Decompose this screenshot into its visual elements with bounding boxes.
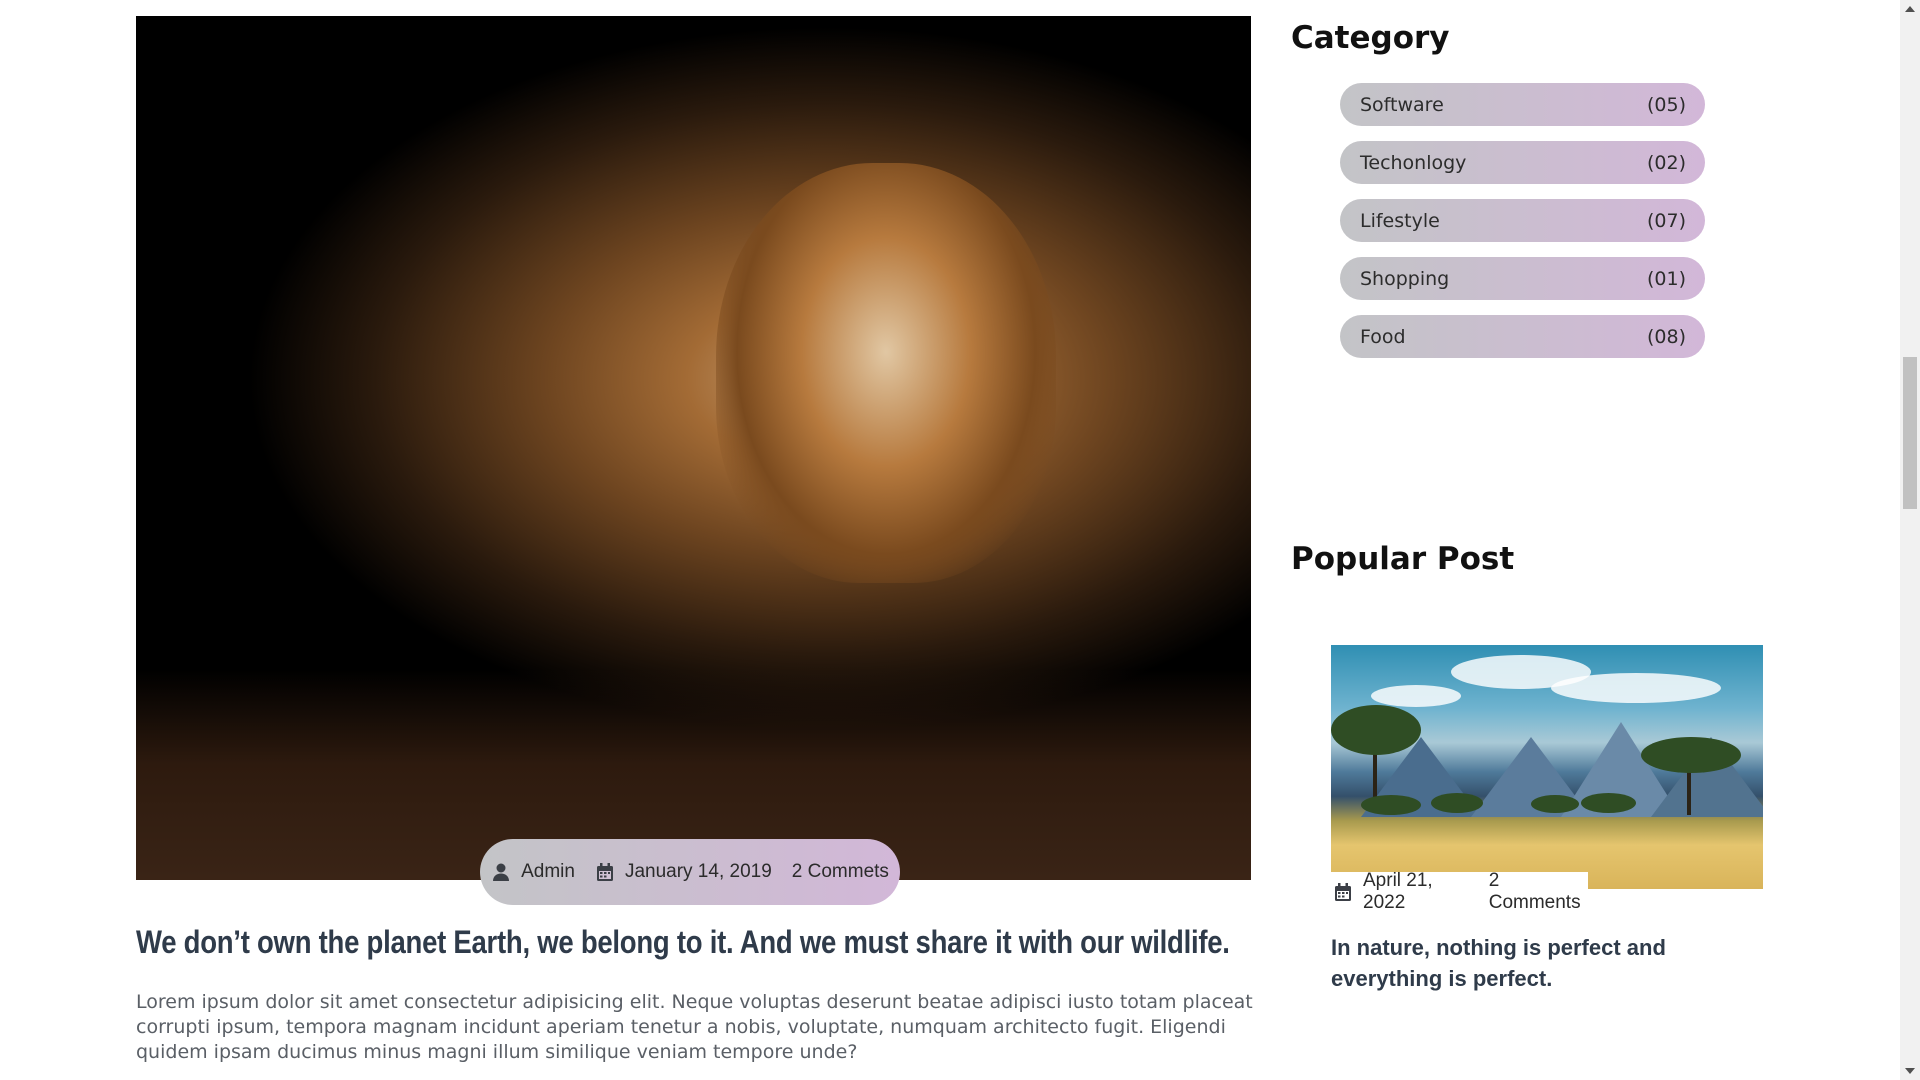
page-scrollbar[interactable] xyxy=(1900,0,1920,1080)
category-item-lifestyle[interactable]: Lifestyle (07) xyxy=(1340,199,1705,242)
category-count: (02) xyxy=(1646,151,1686,174)
category-heading: Category xyxy=(1291,20,1450,56)
category-count: (01) xyxy=(1646,267,1686,290)
cloud xyxy=(1551,673,1721,703)
post-title[interactable]: We don’t own the planet Earth, we belong… xyxy=(136,924,1230,961)
popular-post-comments[interactable]: 2 Comments xyxy=(1489,870,1588,914)
category-count: (05) xyxy=(1646,93,1686,116)
acacia-tree xyxy=(1641,737,1741,773)
cloud xyxy=(1371,685,1461,707)
calendar-icon xyxy=(595,862,615,882)
post-comments-label: 2 Commets xyxy=(791,861,889,882)
user-icon xyxy=(491,862,511,882)
post-date-label: January 14, 2019 xyxy=(624,861,772,882)
popular-post-date-label: April 21, 2022 xyxy=(1363,870,1433,913)
post-featured-image[interactable] xyxy=(136,16,1251,880)
scroll-down-arrow-icon[interactable] xyxy=(1905,1068,1915,1074)
acacia-tree xyxy=(1361,795,1421,815)
post-meta-bar: Admin January 14, 2019 2 Commets xyxy=(480,839,900,905)
category-item-food[interactable]: Food (08) xyxy=(1340,315,1705,358)
category-label: Techonlogy xyxy=(1360,151,1467,174)
category-label: Lifestyle xyxy=(1360,209,1440,232)
post-author-label: Admin xyxy=(521,861,575,882)
category-count: (08) xyxy=(1646,325,1686,348)
calendar-icon xyxy=(1333,882,1353,902)
acacia-tree xyxy=(1581,793,1636,813)
acacia-tree xyxy=(1531,795,1579,813)
popular-post-date: April 21, 2022 xyxy=(1333,870,1469,914)
popular-post-title[interactable]: In nature, nothing is perfect and everyt… xyxy=(1331,932,1761,994)
category-label: Shopping xyxy=(1360,267,1450,290)
post-excerpt: Lorem ipsum dolor sit amet consectetur a… xyxy=(136,991,1253,1063)
post-comments[interactable]: 2 Commets xyxy=(792,861,889,883)
category-label: Software xyxy=(1360,93,1444,116)
acacia-tree xyxy=(1431,793,1483,813)
category-count: (07) xyxy=(1646,209,1686,232)
post-date: January 14, 2019 xyxy=(595,861,772,883)
category-list: Software (05) Techonlogy (02) Lifestyle … xyxy=(1340,83,1705,373)
scrollbar-thumb[interactable] xyxy=(1903,357,1917,509)
category-label: Food xyxy=(1360,325,1406,348)
category-item-software[interactable]: Software (05) xyxy=(1340,83,1705,126)
popular-post-meta: April 21, 2022 2 Comments xyxy=(1331,870,1588,914)
category-item-technology[interactable]: Techonlogy (02) xyxy=(1340,141,1705,184)
tiger-graphic xyxy=(715,162,1056,583)
popular-post-heading: Popular Post xyxy=(1291,541,1515,577)
popular-post-image[interactable] xyxy=(1331,645,1763,889)
acacia-tree xyxy=(1331,705,1421,755)
category-item-shopping[interactable]: Shopping (01) xyxy=(1340,257,1705,300)
post-author[interactable]: Admin xyxy=(491,861,575,883)
scroll-up-arrow-icon[interactable] xyxy=(1905,6,1915,12)
